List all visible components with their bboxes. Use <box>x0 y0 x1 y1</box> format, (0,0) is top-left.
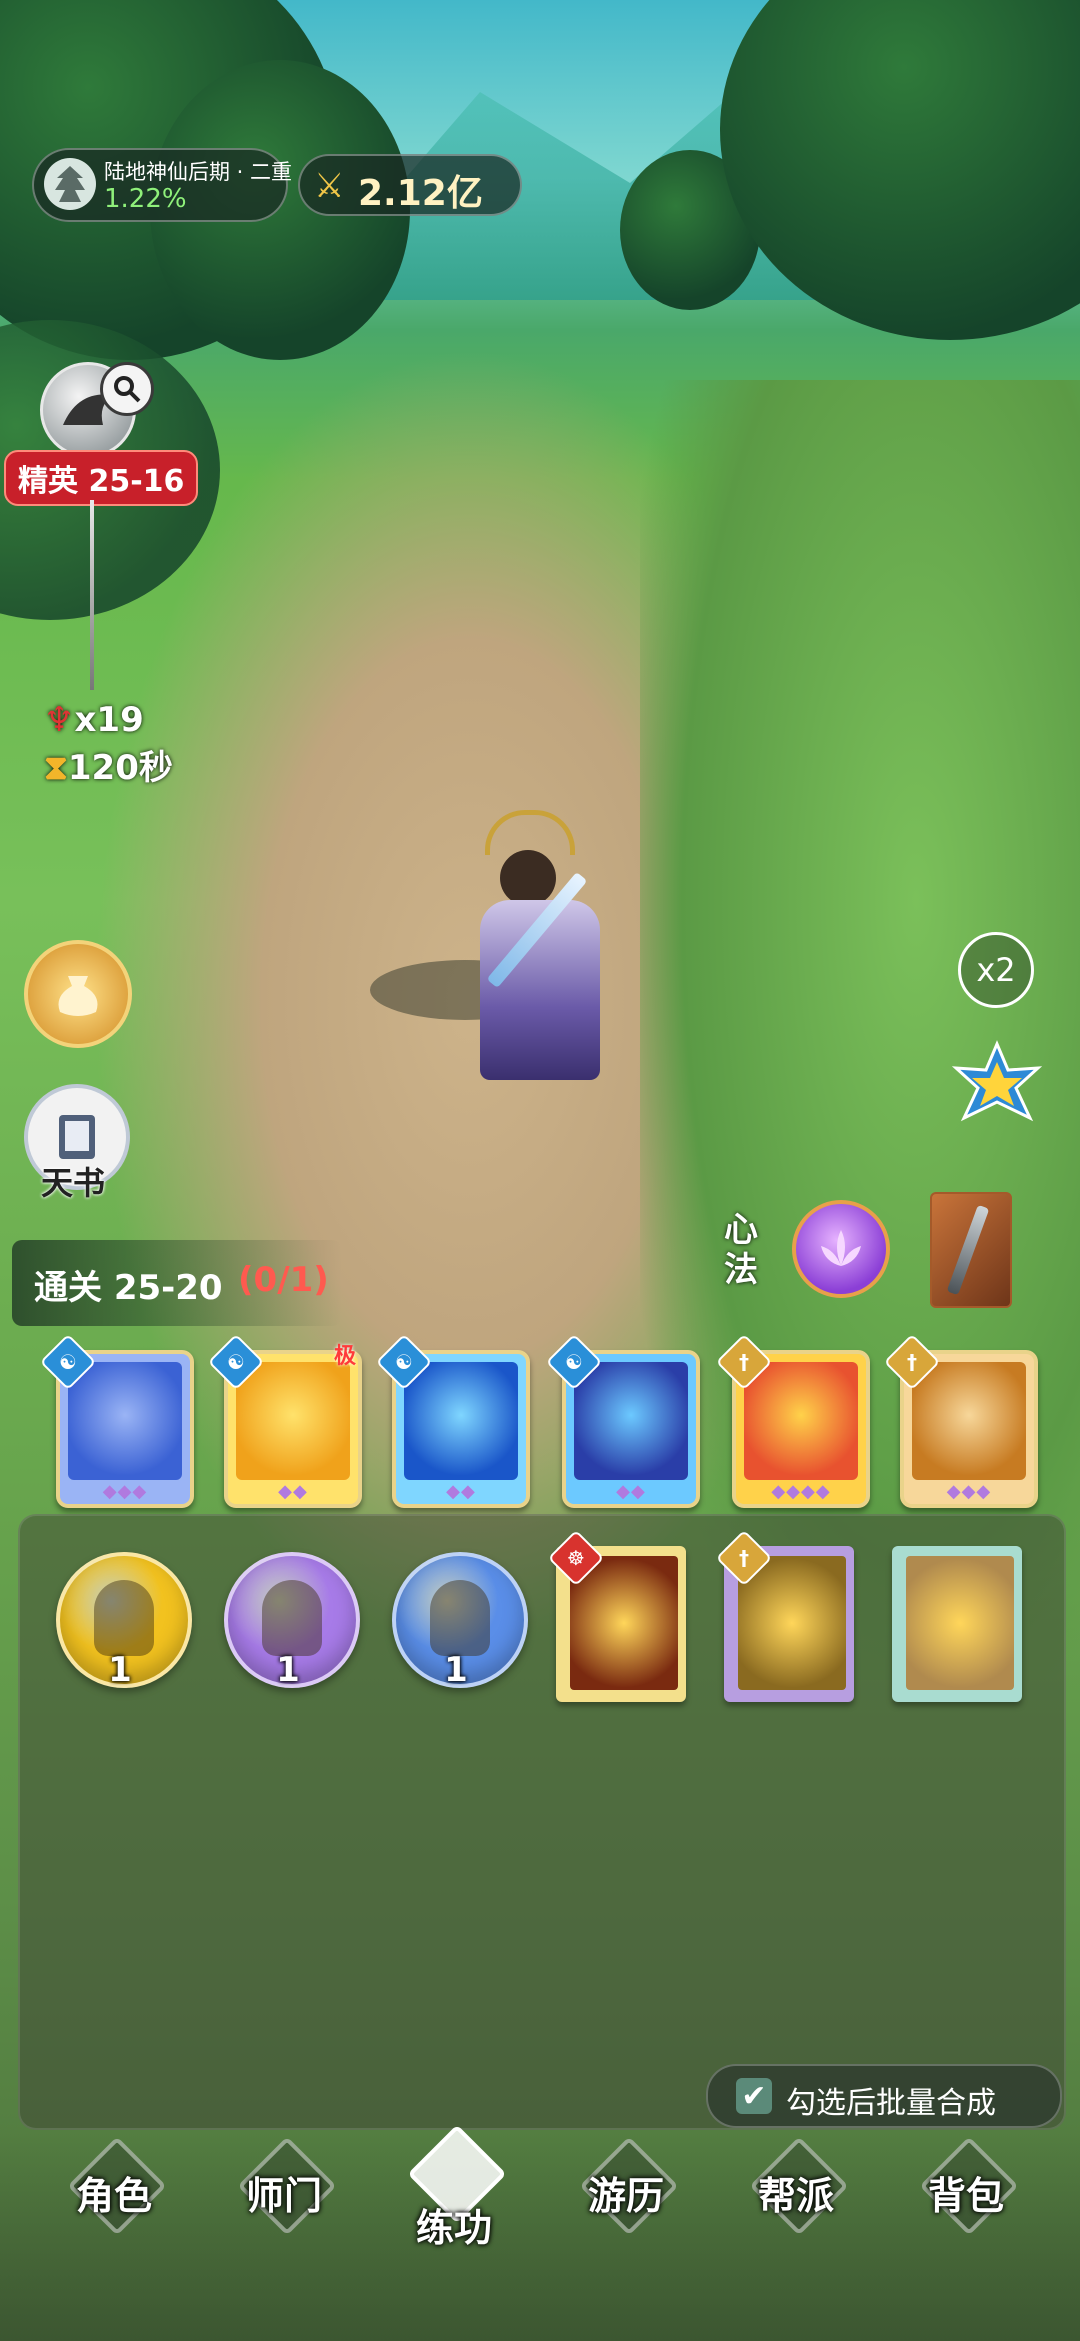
nav-label: 游历 <box>587 2174 664 2218</box>
skill-art <box>912 1362 1026 1480</box>
star-skill-icon[interactable] <box>951 1040 1043 1130</box>
treasure-bag-button[interactable] <box>24 940 132 1048</box>
nav-item[interactable]: 练功 <box>384 2124 524 2250</box>
skill-art <box>574 1362 688 1480</box>
silhouette-icon <box>262 1580 322 1656</box>
nav-label: 角色 <box>75 2174 152 2218</box>
orb-count: 1 <box>108 1650 132 1690</box>
xinfa-label-line1: 心 <box>724 1210 758 1250</box>
star-level: ◆◆◆ <box>102 1481 148 1502</box>
star-level: ◆◆ <box>278 1481 308 1502</box>
stage-progress-line <box>90 500 94 690</box>
realm-panel[interactable]: 陆地神仙后期 · 二重 1.22% <box>32 148 292 222</box>
feather-book[interactable] <box>892 1546 1022 1702</box>
realm-avatar-icon <box>44 158 96 210</box>
power-panel[interactable]: ⚔ 2.12亿 <box>298 154 522 216</box>
nav-item[interactable]: 游历 <box>556 2136 696 2245</box>
speed-button[interactable]: x2 <box>958 932 1034 1008</box>
nav-label: 师门 <box>245 2174 322 2218</box>
nav-label: 背包 <box>927 2174 1004 2218</box>
realm-label: 陆地神仙后期 · 二重 <box>104 160 293 184</box>
nav-label: 练功 <box>415 2206 492 2250</box>
batch-merge-checkbox[interactable]: ✔ <box>736 2078 772 2114</box>
xinfa-label-line2: 法 <box>724 1250 758 1290</box>
mission-progress: (0/1) <box>238 1260 329 1300</box>
crossed-swords-icon: ⚔ <box>314 166 345 206</box>
blade-icon <box>946 1204 990 1296</box>
nav-item[interactable]: 师门 <box>214 2136 354 2245</box>
enemy-count: x19 <box>74 700 144 740</box>
nav-item[interactable]: 角色 <box>44 2136 184 2245</box>
enemy-count-row: ♆x19 <box>44 700 144 740</box>
speed-label: x2 <box>976 951 1016 989</box>
xinfa-lotus-icon[interactable] <box>792 1200 890 1298</box>
mission-text: 通关 25-20 <box>34 1268 223 1308</box>
batch-merge-toggle[interactable]: ✔ 勾选后批量合成 <box>706 2064 1062 2128</box>
batch-merge-label: 勾选后批量合成 <box>786 2086 996 2121</box>
star-level: ◆◆ <box>616 1481 646 1502</box>
orb-count: 1 <box>276 1650 300 1690</box>
silhouette-icon <box>94 1580 154 1656</box>
skill-art <box>236 1362 350 1480</box>
character-head <box>500 850 556 906</box>
weapon-slot[interactable] <box>930 1192 1012 1308</box>
hourglass-icon: ⧗ <box>44 748 68 788</box>
nav-item[interactable]: 背包 <box>896 2136 1036 2245</box>
demon-head-icon: ♆ <box>44 700 75 740</box>
realm-progress: 1.22% <box>104 184 187 214</box>
skill-art <box>68 1362 182 1480</box>
orb-count: 1 <box>444 1650 468 1690</box>
skill-art <box>744 1362 858 1480</box>
tianshu-label: 天书 <box>40 1164 105 1202</box>
nav-item[interactable]: 帮派 <box>726 2136 866 2245</box>
combat-power: 2.12亿 <box>358 173 483 214</box>
book-art <box>906 1556 1014 1690</box>
extreme-badge: 极 <box>334 1344 357 1369</box>
timer-row: ⧗120秒 <box>44 740 173 789</box>
star-level: ◆◆◆◆ <box>771 1481 831 1502</box>
xinfa-label: 心 法 <box>724 1210 758 1290</box>
stage-timer: 120秒 <box>67 748 173 788</box>
star-level: ◆◆◆ <box>946 1481 992 1502</box>
search-icon[interactable] <box>100 362 154 416</box>
stage-label: 精英 25-16 <box>4 450 199 506</box>
nav-label: 帮派 <box>757 2174 834 2218</box>
star-level: ◆◆ <box>446 1481 476 1502</box>
character-antlers <box>485 810 575 855</box>
skill-art <box>404 1362 518 1480</box>
silhouette-icon <box>430 1580 490 1656</box>
mission-bar[interactable]: 通关 25-20 (0/1) <box>12 1240 342 1326</box>
